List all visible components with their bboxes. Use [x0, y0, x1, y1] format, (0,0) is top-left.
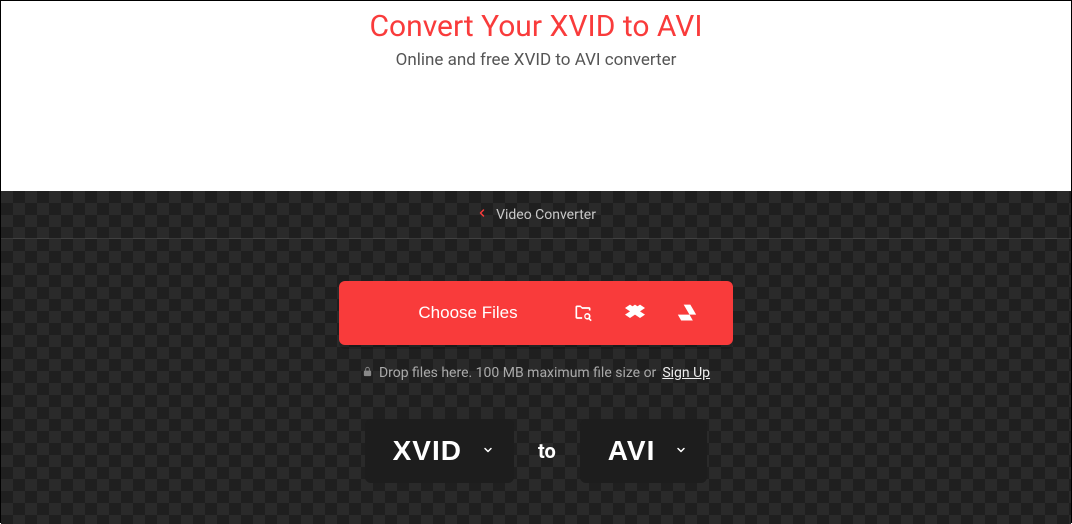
choose-files-button[interactable]: Choose Files — [339, 281, 733, 345]
chevron-down-icon — [675, 444, 687, 459]
upload-source-icons — [573, 303, 733, 323]
format-to-label: AVI — [608, 435, 656, 467]
choose-files-label: Choose Files — [339, 303, 573, 323]
chevron-left-icon — [476, 207, 488, 223]
dropbox-icon[interactable] — [625, 303, 645, 323]
to-label: to — [538, 439, 556, 463]
breadcrumb-label: Video Converter — [496, 207, 596, 223]
lock-icon — [362, 365, 373, 381]
drop-hint-text: Drop files here. 100 MB maximum file siz… — [379, 365, 656, 381]
upload-area: Choose Files Drop files here. 100 MB max… — [1, 239, 1071, 483]
header-section: Convert Your XVID to AVI Online and free… — [1, 1, 1071, 191]
signup-link[interactable]: Sign Up — [662, 365, 710, 381]
breadcrumb[interactable]: Video Converter — [1, 191, 1071, 239]
converter-section: Video Converter Choose Files Drop files — [1, 191, 1071, 524]
drop-hint: Drop files here. 100 MB maximum file siz… — [362, 365, 710, 381]
format-from-button[interactable]: XVID — [365, 419, 514, 483]
chevron-down-icon — [482, 444, 494, 459]
format-to-button[interactable]: AVI — [580, 419, 708, 483]
folder-search-icon[interactable] — [573, 303, 593, 323]
google-drive-icon[interactable] — [677, 303, 697, 323]
format-row: XVID to AVI — [365, 419, 708, 483]
page-subtitle: Online and free XVID to AVI converter — [1, 50, 1071, 70]
page-title: Convert Your XVID to AVI — [1, 9, 1071, 44]
format-from-label: XVID — [393, 435, 462, 467]
